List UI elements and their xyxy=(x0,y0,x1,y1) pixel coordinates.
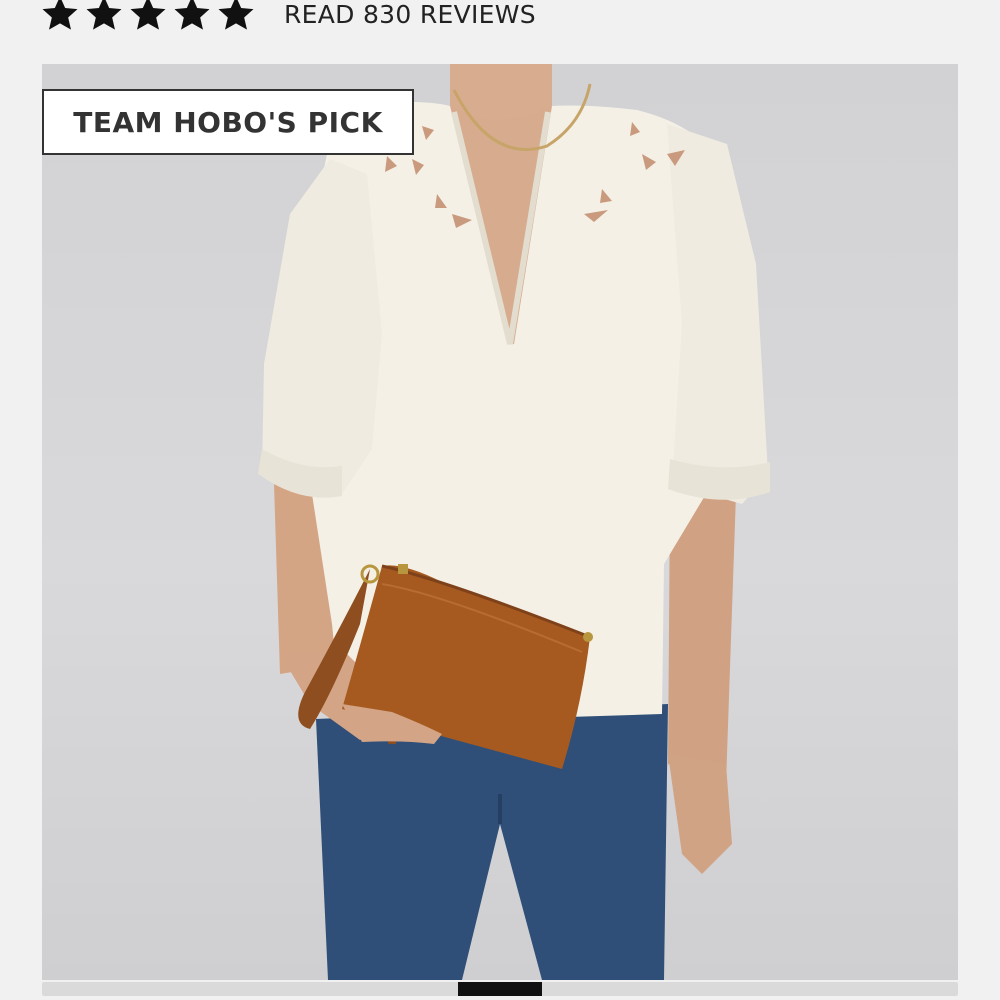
carousel-scroll-thumb[interactable] xyxy=(458,982,542,996)
star-rating xyxy=(40,0,256,34)
star-icon xyxy=(40,0,80,34)
carousel-scrollbar[interactable] xyxy=(42,982,958,996)
star-icon xyxy=(172,0,212,34)
product-image-carousel[interactable]: TEAM HOBO'S PICK xyxy=(42,64,958,980)
read-reviews-link[interactable]: READ 830 REVIEWS xyxy=(284,0,536,29)
rating-row: READ 830 REVIEWS xyxy=(40,0,536,36)
team-pick-badge: TEAM HOBO'S PICK xyxy=(42,89,414,155)
star-icon xyxy=(216,0,256,34)
star-icon xyxy=(84,0,124,34)
star-icon xyxy=(128,0,168,34)
product-photo xyxy=(258,64,770,980)
